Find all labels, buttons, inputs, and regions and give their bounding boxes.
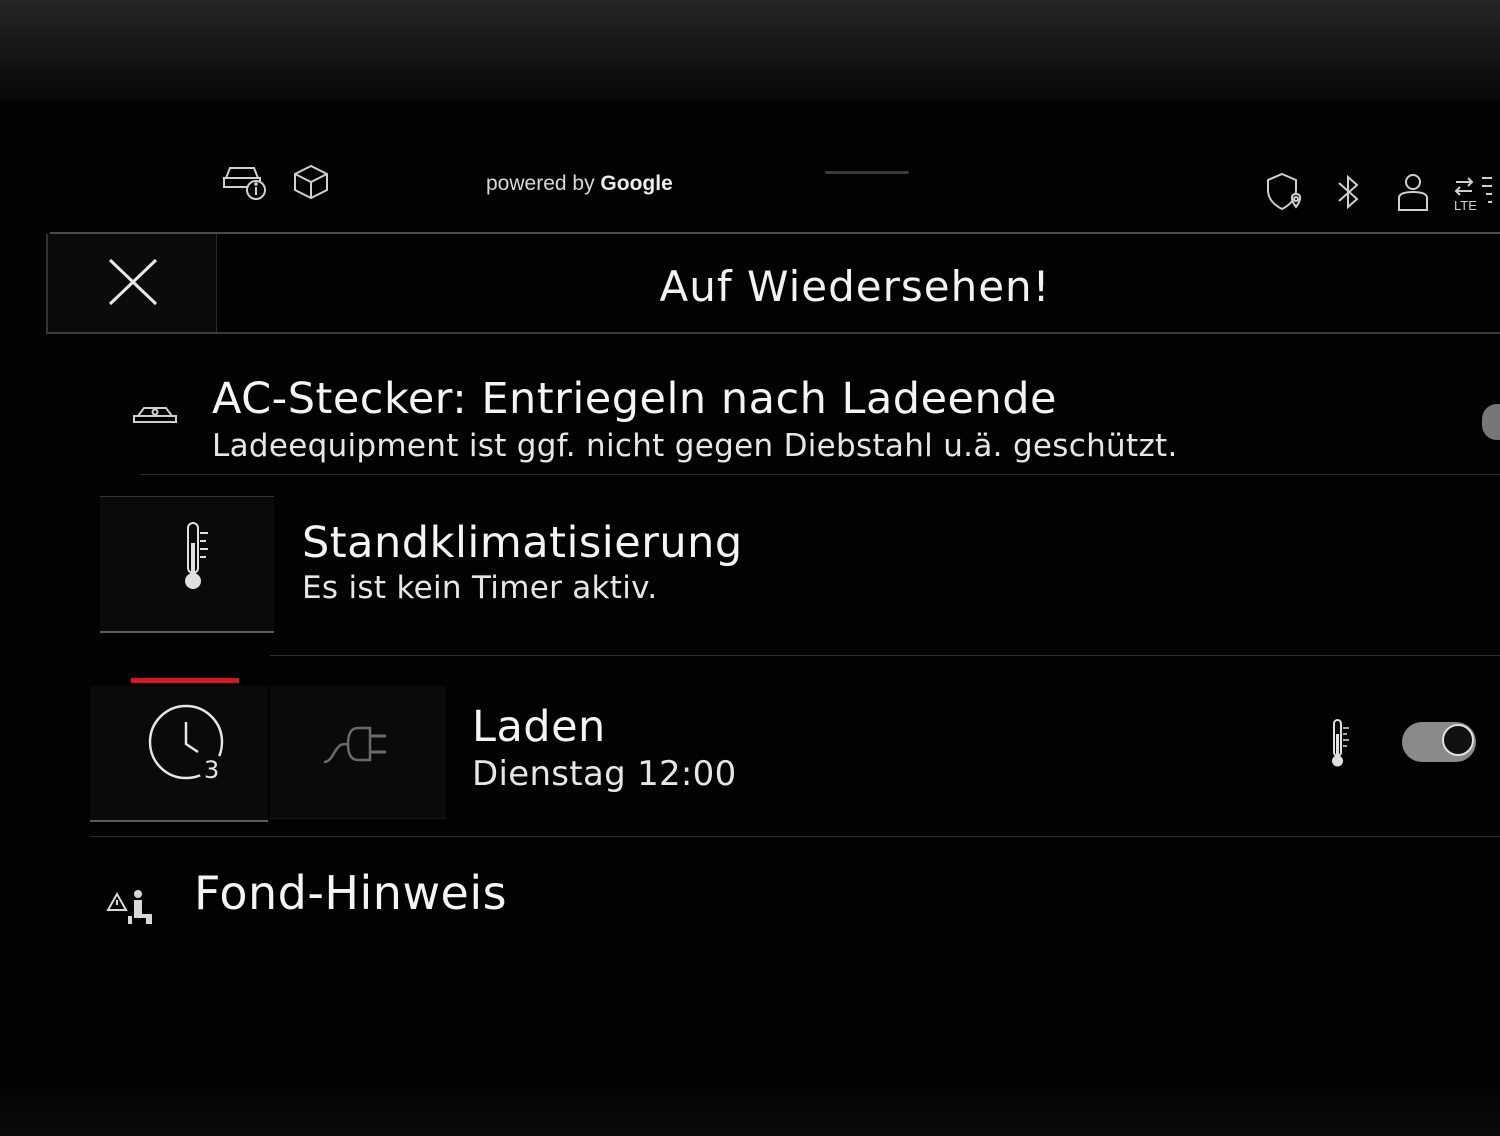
row-title: AC-Stecker: Entriegeln nach Ladeende	[212, 374, 1058, 424]
svg-text:3: 3	[204, 756, 219, 784]
car-info-icon[interactable]	[222, 160, 270, 206]
row-divider	[90, 836, 1500, 837]
row-divider	[140, 474, 1500, 475]
bluetooth-icon[interactable]	[1336, 172, 1362, 216]
shield-location-icon[interactable]	[1266, 172, 1308, 218]
screen-bezel	[0, 0, 1500, 110]
row-title: Standklimatisierung	[302, 518, 743, 568]
thermometer-icon	[1332, 719, 1349, 767]
climate-tile[interactable]	[100, 496, 274, 633]
thermometer-icon	[185, 522, 208, 589]
row-subtitle: Ladeequipment ist ggf. nicht gegen Diebs…	[212, 428, 1178, 464]
profile-icon[interactable]	[1396, 172, 1430, 218]
car-plug-icon	[132, 402, 180, 432]
row-subtitle: Es ist kein Timer aktiv.	[302, 570, 658, 606]
lte-signal-icon[interactable]: LTE	[1452, 174, 1496, 218]
header-top-divider	[50, 232, 1500, 234]
cube-icon[interactable]	[292, 163, 330, 205]
close-icon	[108, 258, 158, 306]
row-title: Fond-Hinweis	[194, 866, 508, 920]
charging-tile[interactable]	[270, 686, 446, 819]
svg-text:LTE: LTE	[1454, 198, 1477, 213]
toggle-switch-partial[interactable]	[1482, 404, 1500, 440]
row-subtitle: Dienstag 12:00	[472, 754, 737, 794]
rear-seat-warning-icon	[106, 890, 152, 924]
pull-down-handle[interactable]	[825, 171, 909, 174]
header-bottom-divider	[46, 332, 1500, 334]
laden-toggle-switch[interactable]	[1402, 722, 1476, 762]
close-button[interactable]	[46, 234, 217, 332]
row-title: Laden	[472, 702, 606, 752]
toggle-knob	[1442, 724, 1474, 756]
page-title: Auf Wiedersehen!	[659, 262, 1051, 311]
row-divider	[270, 655, 1500, 656]
powered-by-google: powered by Google	[486, 172, 673, 195]
active-indicator	[131, 678, 239, 683]
charging-plug-icon	[323, 726, 386, 764]
timer-clock-icon: 3	[148, 704, 226, 784]
timer-tile[interactable]: 3	[90, 686, 268, 822]
screen-bottom-edge	[0, 1080, 1500, 1136]
